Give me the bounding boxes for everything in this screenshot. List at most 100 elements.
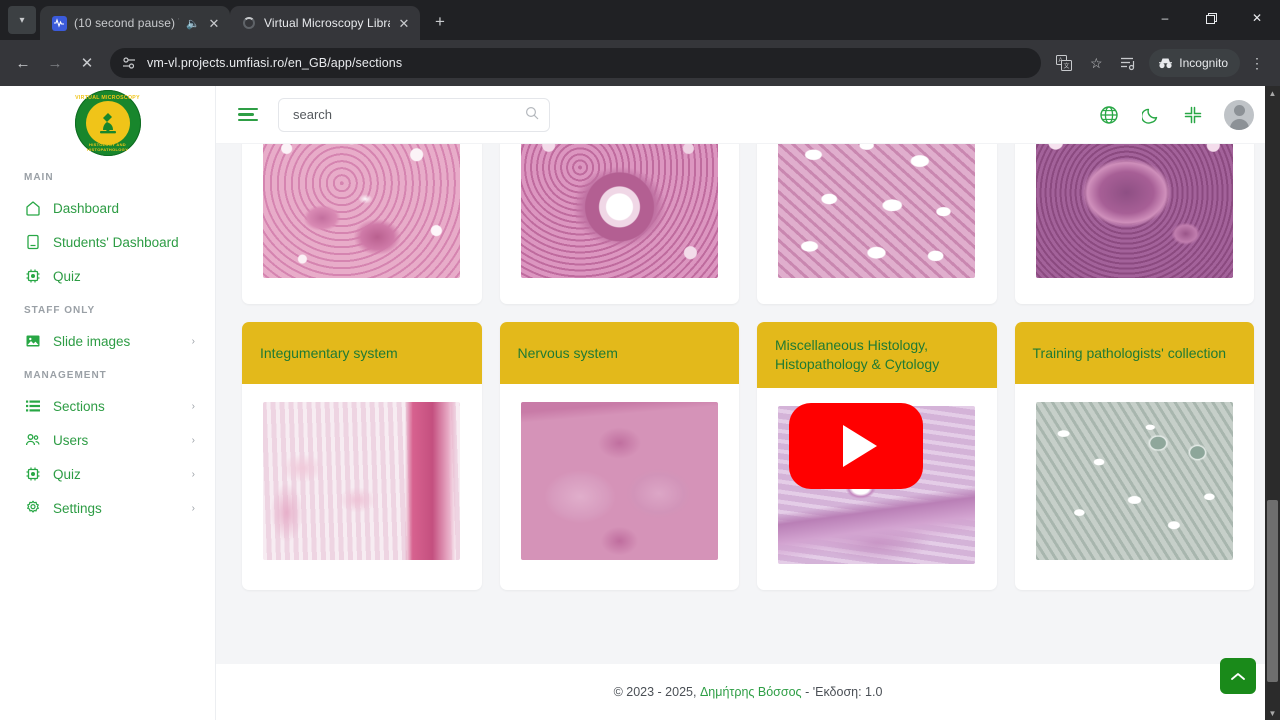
toolbar-actions: A 文 ☆ Incognito ⋮ — [1049, 48, 1272, 78]
skin-section-slide[interactable] — [263, 402, 461, 560]
section-card-header: Training pathologists' collection — [1014, 322, 1254, 384]
address-bar[interactable]: vm-vl.projects.umfiasi.ro/en_GB/app/sect… — [110, 48, 1042, 78]
exit-fullscreen-icon[interactable] — [1182, 104, 1204, 126]
url-text: vm-vl.projects.umfiasi.ro/en_GB/app/sect… — [147, 56, 403, 70]
sections-content: Integumentary system Nervous system Misc… — [216, 144, 1280, 664]
scrollbar-up-arrow[interactable]: ▲ — [1269, 86, 1277, 100]
spinal-cord-slide[interactable] — [520, 402, 718, 560]
stop-loading-button[interactable]: ✕ — [72, 48, 102, 78]
section-card[interactable] — [242, 144, 482, 304]
sidebar-item-label: Students' Dashboard — [53, 234, 179, 250]
sections-grid-row-clipped — [242, 144, 1254, 304]
renal-tubules-slide[interactable] — [778, 144, 976, 278]
sidebar-item-label: Settings — [53, 500, 102, 516]
search-icon[interactable] — [525, 106, 539, 123]
translate-icon[interactable]: A 文 — [1049, 48, 1079, 78]
scrollbar-track[interactable] — [1265, 100, 1280, 706]
trichrome-kidney-slide[interactable] — [1035, 402, 1233, 560]
chevron-right-icon: › — [191, 502, 195, 514]
sidebar-item-label: Users — [53, 432, 89, 448]
sidebar-item-quiz[interactable]: Quiz — [0, 259, 215, 293]
hamburger-icon[interactable] — [238, 107, 260, 122]
nav-group-management: MANAGEMENT Sections › Users › Quiz › Set… — [0, 358, 215, 525]
nav-group-staff-only: STAFF ONLY Slide images › — [0, 293, 215, 358]
kidney-glomerulus-slide[interactable] — [263, 144, 461, 278]
section-card-header: Miscellaneous Histology, Histopathology … — [757, 322, 997, 388]
sidebar-item-students-dashboard[interactable]: Students' Dashboard — [0, 225, 215, 259]
minimize-button[interactable]: – — [1142, 0, 1188, 36]
footer-version: - 'Εκδοση: 1.0 — [805, 685, 883, 699]
section-card-integumentary-system[interactable]: Integumentary system — [242, 322, 482, 590]
sidebar-item-settings[interactable]: Settings › — [0, 491, 215, 525]
section-card[interactable] — [499, 144, 739, 304]
image-icon — [24, 333, 41, 350]
scrollbar-down-arrow[interactable]: ▼ — [1269, 706, 1277, 720]
nav-group-label-main: MAIN — [24, 172, 54, 183]
close-button[interactable]: ✕ — [1234, 0, 1280, 36]
browser-menu-icon[interactable]: ⋮ — [1242, 48, 1272, 78]
sidebar-item-users[interactable]: Users › — [0, 423, 215, 457]
user-avatar[interactable] — [1224, 99, 1254, 130]
sidebar-item-dashboard[interactable]: Dashboard — [0, 191, 215, 225]
tab-title: Virtual Microscopy Library Platf — [264, 16, 390, 30]
scroll-to-top-button[interactable] — [1220, 658, 1256, 694]
section-card-training-pathologists[interactable]: Training pathologists' collection — [1014, 322, 1255, 590]
language-globe-icon[interactable] — [1098, 104, 1120, 126]
nav-group-main: MAIN Dashboard Students' Dashboard Quiz — [0, 160, 215, 293]
section-card-body — [500, 384, 740, 590]
page-footer: © 2023 - 2025, Δημήτρης Βόσσος - 'Εκδοση… — [216, 664, 1280, 720]
chevron-right-icon: › — [191, 335, 195, 347]
section-card-title: Nervous system — [517, 344, 618, 361]
forward-button[interactable]: → — [40, 48, 70, 78]
topbar-actions — [1098, 99, 1254, 130]
sidebar-item-quiz-management[interactable]: Quiz › — [0, 457, 215, 491]
site-settings-icon[interactable] — [120, 54, 138, 72]
browser-window: ▾ (10 second pause) The Virtu 🔈 ✕ Virtua… — [0, 0, 1280, 720]
play-triangle-icon — [842, 425, 877, 467]
duct-cross-section-slide[interactable] — [520, 144, 718, 278]
browser-tab-1[interactable]: (10 second pause) The Virtu 🔈 ✕ — [40, 6, 230, 40]
browser-tab-2[interactable]: Virtual Microscopy Library Platf ✕ — [230, 6, 420, 40]
page-scrollbar[interactable]: ▲ ▼ — [1265, 86, 1280, 720]
nav-group-label-staff: STAFF ONLY — [24, 305, 96, 316]
section-card-body — [1015, 144, 1255, 304]
section-card-nervous-system[interactable]: Nervous system — [499, 322, 740, 590]
main-area: Integumentary system Nervous system — [216, 86, 1280, 720]
reading-list-icon[interactable] — [1113, 48, 1143, 78]
sections-grid-row-2: Integumentary system Nervous system Misc… — [242, 322, 1254, 590]
new-tab-button[interactable]: + — [426, 8, 454, 36]
lymphoid-tissue-slide[interactable] — [1035, 144, 1233, 278]
sidebar-item-sections[interactable]: Sections › — [0, 389, 215, 423]
sidebar-item-slide-images[interactable]: Slide images › — [0, 324, 215, 358]
footer-author-link[interactable]: Δημήτρης Βόσσος — [700, 685, 802, 699]
search-box[interactable] — [278, 97, 550, 132]
maximize-button[interactable] — [1188, 0, 1234, 36]
sidebar-item-label: Sections — [53, 398, 105, 414]
window-controls: – ✕ — [1142, 0, 1280, 40]
svg-text:文: 文 — [1064, 62, 1070, 70]
youtube-play-button[interactable] — [789, 403, 923, 489]
virtual-microscopy-logo: VIRTUAL MICROSCOPY HISTOLOGY AND HISTOPA… — [74, 90, 141, 156]
section-card-body — [242, 384, 482, 590]
sidebar-item-label: Dashboard — [53, 200, 120, 216]
section-card-body — [1015, 384, 1255, 590]
section-card[interactable] — [1014, 144, 1255, 304]
scrollbar-thumb[interactable] — [1267, 499, 1278, 682]
bookmark-star-icon[interactable]: ☆ — [1081, 48, 1111, 78]
section-card-body — [757, 144, 997, 304]
incognito-indicator[interactable]: Incognito — [1149, 49, 1240, 77]
section-card-body — [242, 144, 482, 304]
book-icon — [24, 234, 41, 251]
speaker-icon[interactable]: 🔈 — [186, 17, 200, 30]
search-input[interactable] — [293, 107, 525, 122]
loading-spinner-icon — [241, 15, 257, 31]
close-icon[interactable]: ✕ — [397, 17, 411, 30]
logo-container[interactable]: VIRTUAL MICROSCOPY HISTOLOGY AND HISTOPA… — [0, 86, 215, 160]
section-card[interactable] — [757, 144, 997, 304]
tab-search-dropdown[interactable]: ▾ — [8, 6, 36, 34]
back-button[interactable]: ← — [8, 48, 38, 78]
section-card-header: Nervous system — [499, 322, 739, 384]
close-icon[interactable]: ✕ — [207, 17, 221, 30]
users-icon — [24, 432, 41, 449]
dark-mode-moon-icon[interactable] — [1140, 104, 1162, 126]
